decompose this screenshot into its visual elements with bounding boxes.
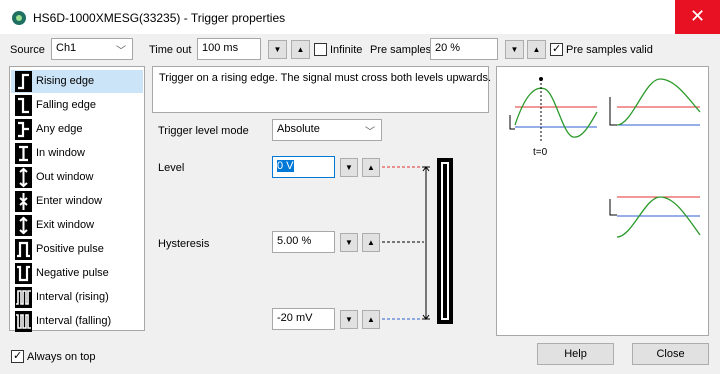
level-input[interactable]: 0 V: [272, 156, 335, 178]
any-edge-icon: [15, 119, 32, 140]
trigger-kind-positive-pulse[interactable]: Positive pulse: [11, 238, 143, 261]
presamples-valid-label: Pre samples valid: [566, 44, 653, 56]
infinite-checkbox[interactable]: [314, 43, 327, 56]
presamples-valid-checkbox[interactable]: [550, 42, 563, 56]
trigger-kind-list: Rising edge Falling edge Any edge In win…: [9, 66, 145, 333]
help-button[interactable]: Help: [537, 343, 614, 365]
timeout-increase-button[interactable]: ▲: [291, 40, 310, 59]
level-increase-button[interactable]: ▲: [362, 158, 380, 177]
source-select[interactable]: Ch1 ﹀: [51, 38, 133, 60]
negative-pulse-icon: [15, 263, 32, 284]
timeout-input[interactable]: 100 ms: [197, 38, 261, 60]
trigger-preview-panel: t=0: [496, 66, 709, 336]
trigger-kind-interval-falling[interactable]: Interval (falling): [11, 310, 143, 333]
interval-rising-icon: [15, 287, 32, 308]
trigger-preview-graphic: t=0: [509, 77, 701, 238]
trigger-level-mode-select[interactable]: Absolute ﹀: [272, 119, 382, 141]
positive-pulse-icon: [15, 239, 32, 260]
interval-falling-icon: [15, 311, 32, 332]
level-label: Level: [158, 162, 185, 174]
lower-level-input[interactable]: -20 mV: [272, 308, 335, 330]
trigger-kind-interval-rising[interactable]: Interval (rising): [11, 286, 143, 309]
trigger-kind-any-edge[interactable]: Any edge: [11, 118, 143, 141]
lower-level-increase-button[interactable]: ▲: [362, 310, 380, 329]
trigger-kind-label: Positive pulse: [36, 243, 104, 255]
level-slider-handle[interactable]: [443, 164, 447, 318]
falling-edge-icon: [15, 95, 32, 116]
timeout-decrease-button[interactable]: ▼: [268, 40, 287, 59]
trigger-kind-enter-window[interactable]: Enter window: [11, 190, 143, 213]
trigger-kind-negative-pulse[interactable]: Negative pulse: [11, 262, 143, 285]
source-select-value: Ch1: [56, 42, 77, 54]
trigger-kind-label: Negative pulse: [36, 267, 109, 279]
trigger-level-mode-value: Absolute: [277, 123, 320, 135]
app-logo-icon: [12, 11, 26, 25]
trigger-description-box: Trigger on a rising edge. The signal mus…: [152, 66, 491, 113]
trigger-kind-label: Out window: [36, 171, 94, 183]
timeout-label: Time out: [149, 44, 192, 56]
hysteresis-label: Hysteresis: [158, 238, 210, 250]
presamples-input[interactable]: 20 %: [430, 38, 498, 60]
level-input-value: 0 V: [277, 160, 294, 172]
trigger-description: Trigger on a rising edge. The signal mus…: [159, 72, 491, 84]
window-title: HS6D-1000XMESG(33235) - Trigger properti…: [33, 11, 286, 25]
trigger-kind-in-window[interactable]: In window: [11, 142, 143, 165]
trigger-kind-label: Enter window: [36, 195, 103, 207]
infinite-label: Infinite: [330, 44, 363, 56]
trigger-kind-label: Exit window: [36, 219, 95, 231]
always-on-top-checkbox[interactable]: [11, 349, 24, 363]
trigger-kind-label: Any edge: [36, 123, 83, 135]
trigger-kind-label: Falling edge: [36, 99, 96, 111]
trigger-level-mode-label: Trigger level mode: [158, 125, 249, 137]
close-button[interactable]: Close: [632, 343, 709, 365]
rising-edge-icon: [15, 71, 32, 92]
trigger-kind-label: In window: [36, 147, 85, 159]
trigger-kind-label: Interval (falling): [36, 315, 112, 327]
out-window-icon: [15, 167, 32, 188]
source-label: Source: [10, 44, 45, 56]
presamples-decrease-button[interactable]: ▼: [505, 40, 524, 59]
trigger-kind-rising-edge[interactable]: Rising edge: [11, 70, 143, 93]
always-on-top-label: Always on top: [27, 351, 96, 363]
chevron-down-icon: ﹀: [116, 46, 126, 57]
presamples-increase-button[interactable]: ▲: [527, 40, 546, 59]
hysteresis-decrease-button[interactable]: ▼: [340, 233, 358, 252]
exit-window-icon: [15, 215, 32, 236]
trigger-kind-label: Interval (rising): [36, 291, 109, 303]
level-slider[interactable]: [437, 158, 453, 324]
time-zero-marker: t=0: [533, 147, 548, 158]
in-window-icon: [15, 143, 32, 164]
trigger-kind-exit-window[interactable]: Exit window: [11, 214, 143, 237]
chevron-down-icon: ﹀: [365, 127, 375, 138]
trigger-kind-label: Rising edge: [36, 75, 95, 87]
lower-level-decrease-button[interactable]: ▼: [340, 310, 358, 329]
trigger-kind-out-window[interactable]: Out window: [11, 166, 143, 189]
hysteresis-increase-button[interactable]: ▲: [362, 233, 380, 252]
trigger-kind-falling-edge[interactable]: Falling edge: [11, 94, 143, 117]
hysteresis-input[interactable]: 5.00 %: [272, 231, 335, 253]
close-window-button[interactable]: ✕: [675, 0, 720, 34]
presamples-label: Pre samples: [370, 44, 432, 56]
level-decrease-button[interactable]: ▼: [340, 158, 358, 177]
enter-window-icon: [15, 191, 32, 212]
